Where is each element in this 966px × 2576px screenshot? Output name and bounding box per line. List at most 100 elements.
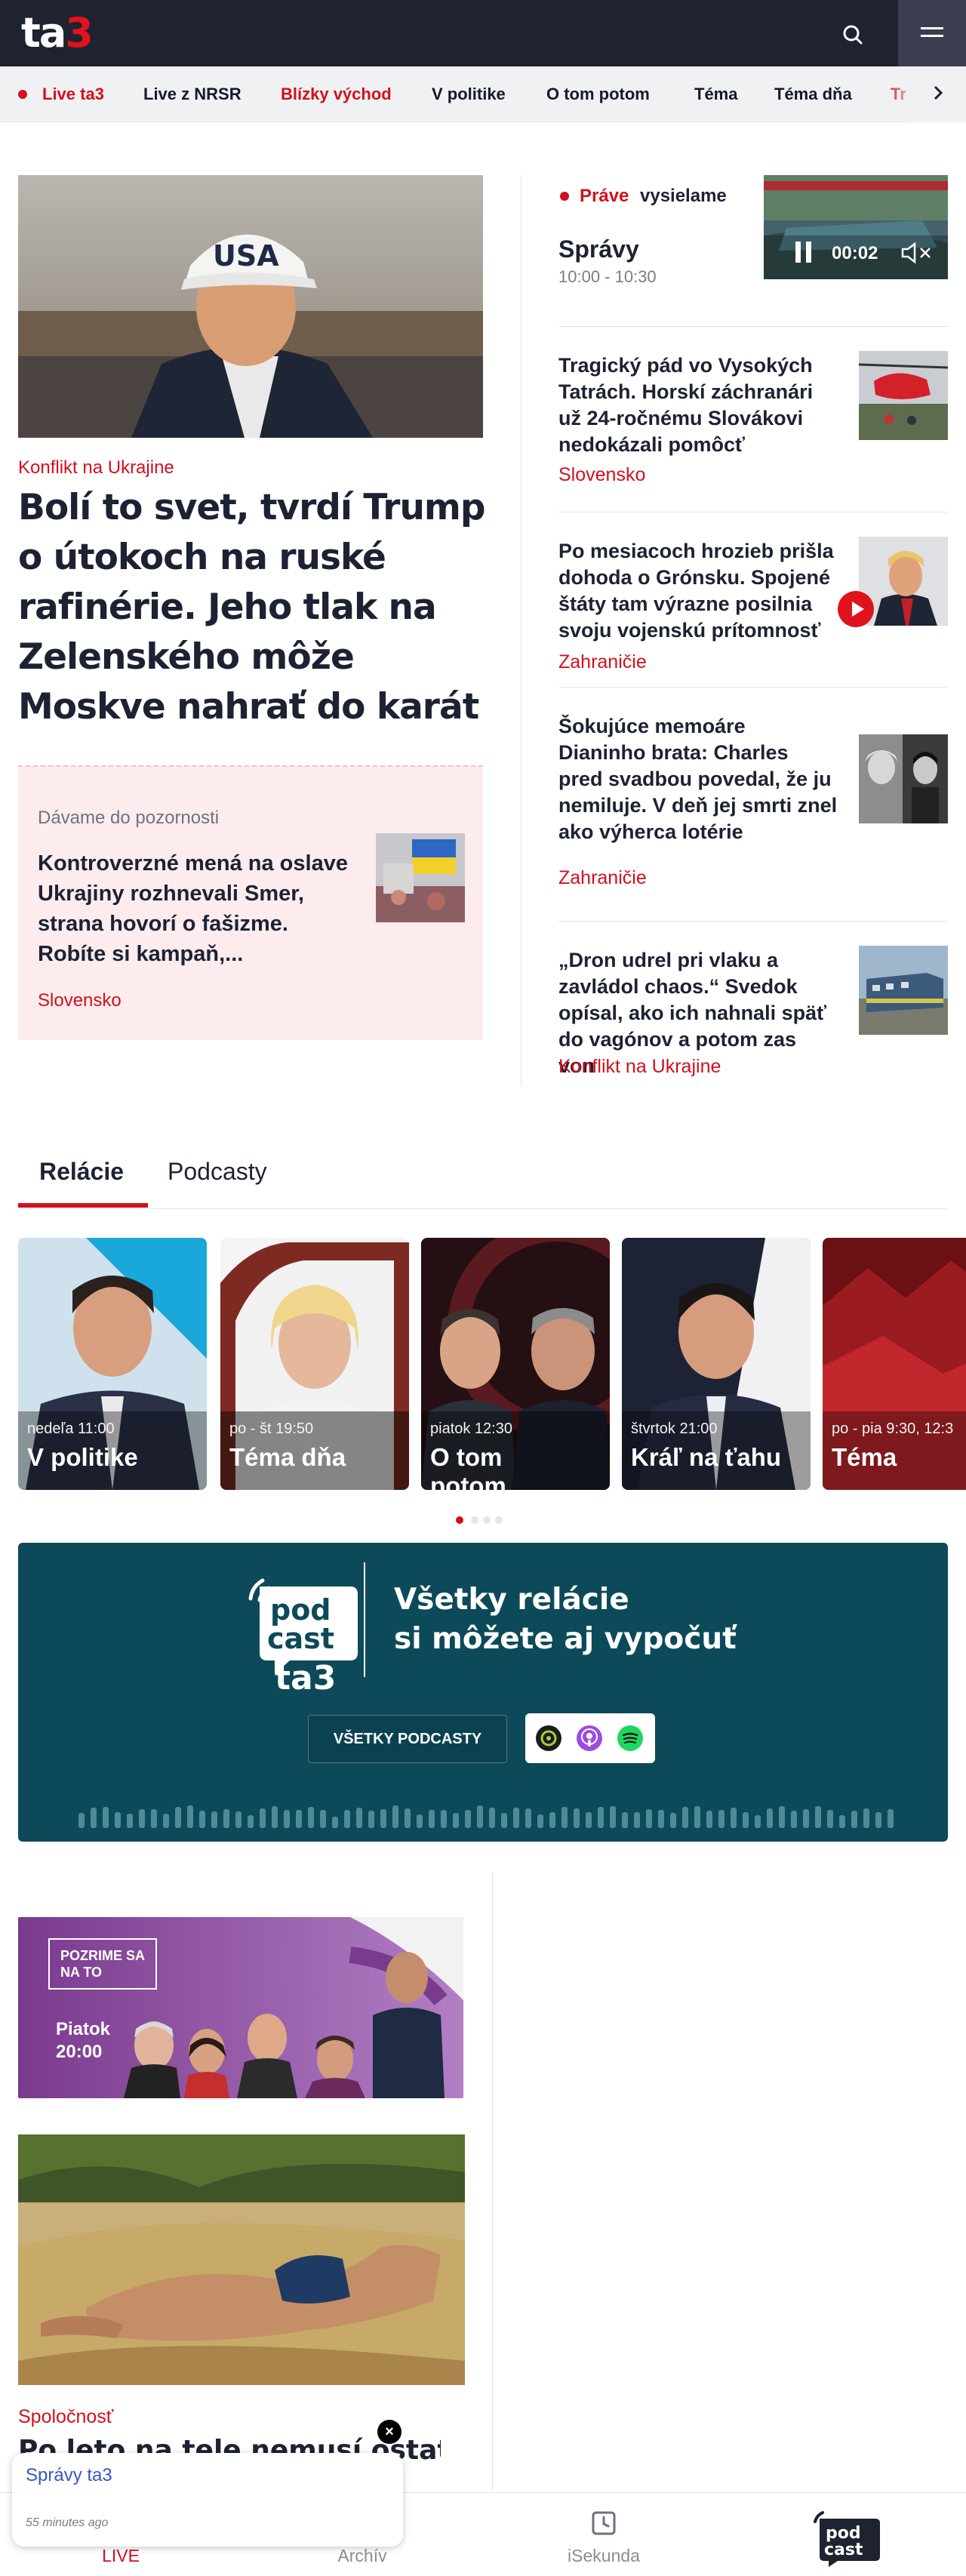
podcast-apps bbox=[525, 1713, 655, 1763]
waveform-bar bbox=[380, 1809, 386, 1828]
waveform-bar bbox=[163, 1814, 169, 1828]
spotify-icon[interactable] bbox=[617, 1725, 643, 1751]
waveform-bar bbox=[441, 1810, 447, 1828]
news-thumbnail[interactable] bbox=[859, 946, 948, 1035]
show-card[interactable]: štvrtok 21:00 Kráľ na ťahu bbox=[622, 1238, 811, 1490]
crowd-flags-image bbox=[376, 833, 465, 922]
all-podcasts-button[interactable]: VŠETKY PODCASTY bbox=[308, 1715, 507, 1763]
news-title[interactable]: Šokujúce memoáre Dianinho brata: Charles… bbox=[558, 713, 838, 845]
podcast-heading-line: si môžete aj vypočuť bbox=[394, 1622, 737, 1656]
waveform-bar bbox=[332, 1817, 338, 1828]
news-tag[interactable]: Konflikt na Ukrajine bbox=[558, 1056, 721, 1078]
news-tag[interactable]: Zahraničie bbox=[558, 867, 647, 889]
news-item[interactable]: „Dron udrel pri vlaku a zavládol chaos.“… bbox=[558, 921, 948, 1094]
show-card[interactable]: po - pia 9:30, 12:3 Téma bbox=[823, 1238, 966, 1490]
apple-podcasts-glyph bbox=[581, 1728, 598, 1747]
carousel-dot[interactable] bbox=[495, 1516, 503, 1524]
news-thumbnail[interactable] bbox=[859, 351, 948, 440]
shows-tabs: Relácie Podcasty bbox=[18, 1137, 946, 1209]
nav-o-tom-potom[interactable]: O tom potom bbox=[546, 85, 650, 104]
nav-scroll-button[interactable] bbox=[927, 82, 949, 104]
site-logo[interactable]: ta3 bbox=[21, 9, 94, 57]
volume-muted-icon bbox=[901, 242, 931, 264]
news-title[interactable]: Po mesiacoch hrozieb prišla dohoda o Gró… bbox=[558, 538, 838, 644]
logo-accent: 3 bbox=[65, 9, 94, 57]
show-card[interactable]: po - št 19:50 Téma dňa bbox=[220, 1238, 409, 1490]
waveform-bar bbox=[453, 1813, 459, 1828]
apple-podcasts-icon[interactable] bbox=[577, 1725, 602, 1751]
news-title[interactable]: Tragický pád vo Vysokých Tatrách. Horskí… bbox=[558, 352, 838, 458]
carousel-dot-active[interactable] bbox=[456, 1516, 463, 1524]
bottom-nav-live[interactable]: LIVE bbox=[83, 2546, 158, 2566]
promo-badge-line: NA TO bbox=[60, 1965, 103, 1980]
tab-podcasty[interactable]: Podcasty bbox=[168, 1158, 267, 1186]
featured-article-tag[interactable]: Slovensko bbox=[38, 990, 122, 1011]
chevron-right-icon bbox=[934, 85, 943, 100]
play-icon bbox=[852, 602, 864, 617]
news-tag[interactable]: Zahraničie bbox=[558, 651, 647, 673]
notification-title[interactable]: Správy ta3 bbox=[26, 2465, 112, 2486]
waveform-bar bbox=[755, 1815, 761, 1828]
nav-tema[interactable]: Téma bbox=[694, 85, 737, 104]
nav-live-nrsr[interactable]: Live z NRSR bbox=[143, 85, 242, 104]
close-icon[interactable]: × bbox=[377, 2420, 401, 2444]
show-name: O tom potom bbox=[430, 1443, 506, 1490]
article-tag[interactable]: Spoločnosť bbox=[18, 2406, 113, 2428]
promo-day: Piatok bbox=[56, 2019, 111, 2039]
waveform-bar bbox=[91, 1808, 97, 1828]
pause-button[interactable] bbox=[795, 242, 812, 263]
featured-article-title[interactable]: Kontroverzné mená na oslave Ukrajiny roz… bbox=[38, 848, 355, 969]
podcast-app-icon[interactable] bbox=[536, 1725, 561, 1751]
waveform-bar bbox=[356, 1808, 362, 1828]
video-play-button[interactable] bbox=[838, 591, 874, 627]
waveform-bar bbox=[706, 1811, 712, 1828]
show-name-line: potom bbox=[430, 1472, 506, 1490]
promo-banner[interactable]: POZRIME SA NA TO Piatok 20:00 bbox=[18, 1917, 463, 2098]
waveform-bar bbox=[561, 1807, 568, 1828]
waveform-bar bbox=[622, 1812, 628, 1828]
carousel-pagination bbox=[456, 1516, 516, 1525]
show-card[interactable]: piatok 12:30 O tom potom bbox=[421, 1238, 610, 1490]
waveform-bar bbox=[694, 1806, 700, 1828]
notification-toast[interactable]: Správy ta3 55 minutes ago bbox=[12, 2453, 403, 2547]
news-item[interactable]: Šokujúce memoáre Dianinho brata: Charles… bbox=[558, 687, 948, 921]
carousel-dot[interactable] bbox=[471, 1516, 478, 1524]
menu-button[interactable] bbox=[898, 0, 966, 66]
lead-article-tag[interactable]: Konflikt na Ukrajine bbox=[18, 457, 174, 479]
podcast-logo-icon: pod cast bbox=[814, 2511, 880, 2567]
news-item[interactable]: Tragický pád vo Vysokých Tatrách. Horskí… bbox=[558, 326, 948, 512]
tab-relacie[interactable]: Relácie bbox=[39, 1158, 124, 1186]
mute-button[interactable] bbox=[901, 242, 939, 264]
video-player[interactable]: 00:02 bbox=[764, 175, 948, 279]
bottom-nav-podcast[interactable]: pod cast bbox=[808, 2507, 883, 2567]
bottom-nav-isekunda[interactable]: iSekunda bbox=[551, 2546, 657, 2566]
waveform-bar bbox=[248, 1815, 254, 1828]
show-name: Téma bbox=[832, 1443, 897, 1471]
news-tag[interactable]: Slovensko bbox=[558, 464, 645, 486]
search-button[interactable] bbox=[836, 18, 869, 51]
live-show-name[interactable]: Správy bbox=[558, 235, 639, 263]
lead-article-title[interactable]: Bolí to svet, tvrdí Trump o útokoch na r… bbox=[18, 483, 494, 732]
lead-article-image[interactable]: USA bbox=[18, 175, 483, 438]
waveform-bar bbox=[827, 1810, 833, 1828]
carousel-dot[interactable] bbox=[483, 1516, 491, 1524]
train-image bbox=[859, 946, 948, 1035]
waveform-bar bbox=[235, 1811, 242, 1828]
isekunda-tab-icon[interactable] bbox=[589, 2508, 619, 2538]
show-name: Kráľ na ťahu bbox=[631, 1443, 782, 1471]
nav-tema-dna[interactable]: Téma dňa bbox=[774, 85, 852, 104]
news-thumbnail[interactable] bbox=[859, 734, 948, 823]
featured-article-thumbnail[interactable] bbox=[376, 833, 465, 922]
podcast-banner: pod cast ta3 Všetky relácie si môžete aj… bbox=[18, 1543, 948, 1842]
live-dot-icon bbox=[560, 192, 569, 201]
news-item[interactable]: Po mesiacoch hrozieb prišla dohoda o Gró… bbox=[558, 512, 948, 687]
nav-v-politike[interactable]: V politike bbox=[432, 85, 506, 104]
show-schedule: po - št 19:50 bbox=[229, 1420, 314, 1437]
article-image[interactable] bbox=[18, 2134, 465, 2385]
waveform-bar bbox=[851, 1811, 857, 1828]
nav-live-ta3[interactable]: Live ta3 bbox=[42, 85, 104, 104]
nav-blizky-vychod[interactable]: Blízky východ bbox=[281, 85, 392, 104]
show-card[interactable]: nedeľa 11:00 V politike bbox=[18, 1238, 207, 1490]
show-schedule: nedeľa 11:00 bbox=[27, 1420, 115, 1437]
bottom-nav-archive[interactable]: Archív bbox=[317, 2546, 408, 2566]
